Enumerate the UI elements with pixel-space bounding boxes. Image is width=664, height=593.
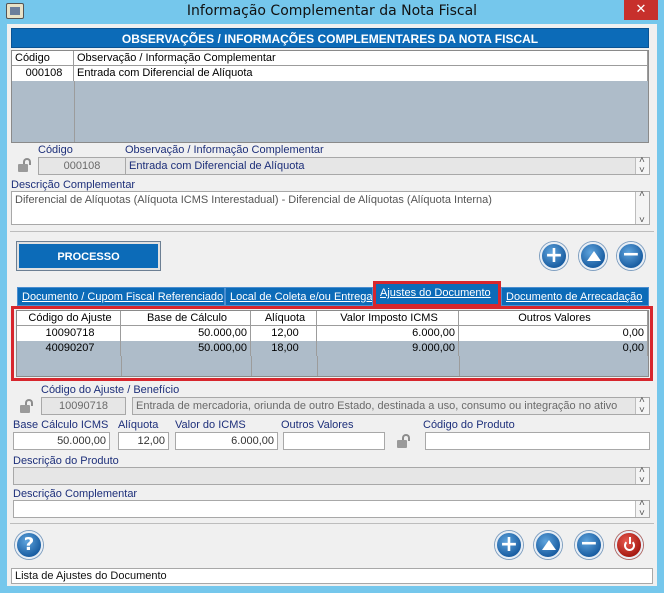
codigo-ajuste-field[interactable]: 10090718 (41, 397, 126, 415)
table-row-base-1[interactable]: 50.000,00 (121, 326, 251, 341)
outros-valores-field[interactable] (283, 432, 385, 450)
remove-button[interactable]: − (617, 242, 645, 270)
add-button[interactable]: + (540, 242, 568, 270)
codigo-label: Código (38, 144, 73, 156)
up-button[interactable] (579, 242, 607, 270)
table-row-codigo[interactable]: 000108 (12, 66, 74, 81)
add-ajuste-button[interactable]: + (495, 531, 523, 559)
ajustes-grid[interactable]: Código do Ajuste Base de Cálculo Alíquot… (16, 310, 649, 377)
column-header-observacao[interactable]: Observação / Informação Complementar (74, 51, 648, 66)
column-header-outros-valores[interactable]: Outros Valores (459, 311, 648, 326)
col-divider (251, 356, 252, 376)
power-button[interactable] (615, 531, 643, 559)
codigo-ajuste-scroll[interactable] (635, 395, 649, 416)
codigo-ajuste-label: Código do Ajuste / Benefício (41, 384, 180, 396)
processo-button[interactable]: PROCESSO (17, 242, 160, 270)
descricao-produto-scroll[interactable] (635, 465, 649, 486)
lock-icon[interactable] (17, 158, 33, 172)
aliquota-field[interactable]: 12,00 (118, 432, 169, 450)
lock-icon[interactable] (396, 434, 412, 448)
grid-empty-area (74, 81, 75, 142)
descricao-produto-field[interactable] (13, 467, 650, 485)
table-row-base-2[interactable]: 50.000,00 (121, 341, 251, 356)
descricao-complementar-field[interactable] (13, 500, 650, 518)
main-window: Informação Complementar da Nota Fiscal ✕… (0, 0, 664, 593)
codigo-field[interactable]: 000108 (38, 157, 126, 175)
divider (10, 231, 654, 232)
observacoes-header: OBSERVAÇÕES / INFORMAÇÕES COMPLEMENTARES… (11, 28, 649, 48)
title-bar: Informação Complementar da Nota Fiscal ✕ (0, 0, 664, 24)
observacao-field[interactable]: Entrada com Diferencial de Alíquota (125, 157, 650, 175)
lock-icon[interactable] (19, 399, 35, 413)
table-row-aliquota-1[interactable]: 12,00 (251, 326, 317, 341)
aliquota-label: Alíquota (118, 419, 159, 431)
tab-documento-cupom[interactable]: Documento / Cupom Fiscal Referenciado (17, 287, 225, 306)
descricao-complementar-scroll[interactable] (635, 498, 649, 519)
tab-ajustes-documento[interactable]: Ajustes do Documento (373, 281, 501, 307)
column-header-codigo-ajuste[interactable]: Código do Ajuste (17, 311, 121, 326)
remove-ajuste-button[interactable]: − (575, 531, 603, 559)
descricao-produto-label: Descrição do Produto (13, 455, 119, 467)
column-header-codigo[interactable]: Código (12, 51, 74, 66)
divider (10, 523, 654, 524)
table-row-outros-2[interactable]: 0,00 (459, 341, 648, 356)
column-header-base-calculo[interactable]: Base de Cálculo (121, 311, 251, 326)
observacao-scroll[interactable] (635, 155, 649, 176)
base-calculo-field[interactable]: 50.000,00 (13, 432, 110, 450)
valor-icms-label: Valor do ICMS (175, 419, 246, 431)
column-header-valor-icms[interactable]: Valor Imposto ICMS (317, 311, 459, 326)
table-row-valor-2[interactable]: 9.000,00 (317, 341, 459, 356)
codigo-produto-field[interactable] (425, 432, 650, 450)
table-row-outros-1[interactable]: 0,00 (459, 326, 648, 341)
col-divider (459, 356, 460, 376)
tab-local-coleta[interactable]: Local de Coleta e/ou Entrega (225, 287, 373, 306)
col-divider (121, 356, 122, 376)
tab-documento-arrecadacao[interactable]: Documento de Arrecadação (501, 287, 649, 306)
window-title: Informação Complementar da Nota Fiscal (186, 3, 478, 19)
table-row-codigo-2[interactable]: 40090207 (17, 341, 121, 356)
up-ajuste-button[interactable] (534, 531, 562, 559)
column-header-aliquota[interactable]: Alíquota (251, 311, 317, 326)
close-button[interactable]: ✕ (624, 0, 658, 20)
observacao-label: Observação / Informação Complementar (125, 144, 324, 156)
descricao-field[interactable]: Diferencial de Alíquotas (Alíquota ICMS … (11, 191, 650, 225)
status-bar: Lista de Ajustes do Documento (11, 568, 653, 584)
base-calculo-label: Base Cálculo ICMS (13, 419, 109, 431)
codigo-produto-label: Código do Produto (423, 419, 515, 431)
power-icon (624, 537, 635, 551)
outros-valores-label: Outros Valores (281, 419, 354, 431)
help-button[interactable]: ? (15, 531, 43, 559)
table-row-valor-1[interactable]: 6.000,00 (317, 326, 459, 341)
col-divider (317, 356, 318, 376)
table-row-observacao[interactable]: Entrada com Diferencial de Alíquota (74, 66, 648, 81)
descricao-label: Descrição Complementar (11, 179, 136, 191)
codigo-ajuste-description[interactable]: Entrada de mercadoria, oriunda de outro … (132, 397, 650, 415)
valor-icms-field[interactable]: 6.000,00 (175, 432, 278, 450)
descricao-scroll[interactable] (635, 189, 649, 226)
table-row-codigo-1[interactable]: 10090718 (17, 326, 121, 341)
client-area: OBSERVAÇÕES / INFORMAÇÕES COMPLEMENTARES… (7, 24, 657, 586)
descricao-complementar-label: Descrição Complementar (13, 488, 138, 500)
observacoes-grid[interactable]: Código Observação / Informação Complemen… (11, 50, 649, 143)
table-row-aliquota-2[interactable]: 18,00 (251, 341, 317, 356)
